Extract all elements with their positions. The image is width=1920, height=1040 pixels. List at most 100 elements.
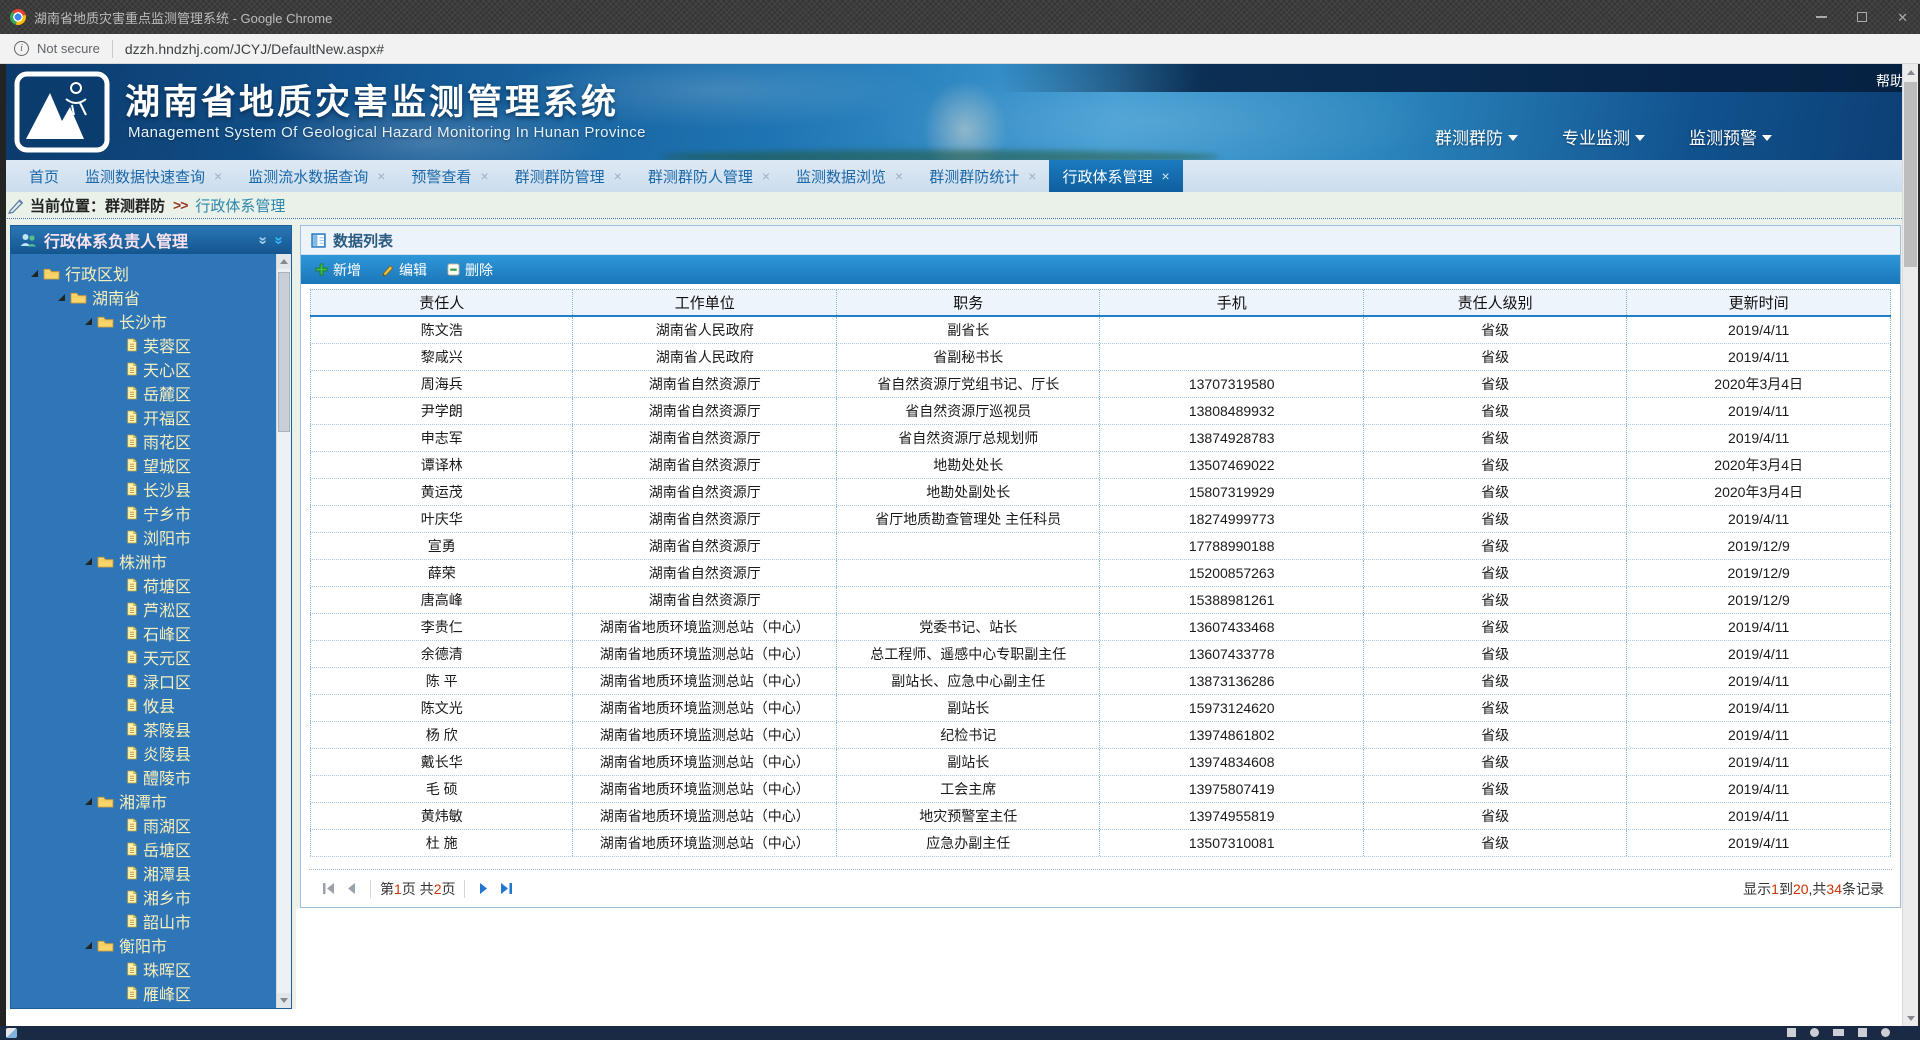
tree-node[interactable]: 湘潭县 xyxy=(11,861,291,885)
table-row[interactable]: 尹学朗湖南省自然资源厅省自然资源厅巡视员13808489932省级2019/4/… xyxy=(310,398,1891,425)
table-row[interactable]: 李贵仁湖南省地质环境监测总站（中心）党委书记、站长13607433468省级20… xyxy=(310,614,1891,641)
address-bar[interactable]: i Not secure dzzh.hndzhj.com/JCYJ/Defaul… xyxy=(0,34,1920,64)
next-page-button[interactable] xyxy=(478,882,491,895)
tab-close-icon[interactable]: × xyxy=(1028,168,1036,184)
tab-close-icon[interactable]: × xyxy=(614,168,622,184)
table-row[interactable]: 陈文光湖南省地质环境监测总站（中心）副站长15973124620省级2019/4… xyxy=(310,695,1891,722)
sidebar-scrollbar[interactable] xyxy=(276,254,291,1008)
tree-node[interactable]: 雁峰区 xyxy=(11,981,291,1005)
tree-node[interactable]: 珠晖区 xyxy=(11,957,291,981)
tree-node[interactable]: 炎陵县 xyxy=(11,741,291,765)
scrollbar-up-icon[interactable] xyxy=(1903,64,1918,80)
tree-expand-icon[interactable] xyxy=(85,798,92,805)
tab-close-icon[interactable]: × xyxy=(1161,168,1169,184)
tree-node[interactable]: 株洲市 xyxy=(11,549,291,573)
tree-node[interactable]: 望城区 xyxy=(11,453,291,477)
tray-icon[interactable] xyxy=(1833,1029,1844,1036)
tree-node[interactable]: 长沙市 xyxy=(11,309,291,333)
tab-close-icon[interactable]: × xyxy=(377,168,385,184)
tree-node[interactable]: 天心区 xyxy=(11,357,291,381)
tree-node[interactable]: 雨湖区 xyxy=(11,813,291,837)
table-row[interactable]: 黎咸兴湖南省人民政府省副秘书长省级2019/4/11 xyxy=(310,344,1891,371)
tree-expand-icon[interactable] xyxy=(85,942,92,949)
taskbar-app-icon[interactable] xyxy=(6,1028,17,1038)
maximize-button[interactable] xyxy=(1857,12,1867,22)
tree-node[interactable]: 浏阳市 xyxy=(11,525,291,549)
tree-node[interactable]: 湖南省 xyxy=(11,285,291,309)
tab-item[interactable]: 群测群防人管理× xyxy=(635,160,783,192)
tree-node[interactable]: 石峰区 xyxy=(11,621,291,645)
tray-icon[interactable] xyxy=(1810,1028,1819,1037)
edit-button[interactable]: 编辑 xyxy=(381,260,427,280)
table-row[interactable]: 戴长华湖南省地质环境监测总站（中心）副站长13974834608省级2019/4… xyxy=(310,749,1891,776)
tab-item[interactable]: 群测群防统计× xyxy=(916,160,1049,192)
scroll-up-icon[interactable] xyxy=(277,254,291,269)
tree-node[interactable]: 攸县 xyxy=(11,693,291,717)
tab-active[interactable]: 行政体系管理× xyxy=(1049,160,1182,192)
tree-node[interactable]: 芦淞区 xyxy=(11,597,291,621)
tree-node[interactable]: 行政区划 xyxy=(11,261,291,285)
table-row[interactable]: 杜 施湖南省地质环境监测总站（中心）应急办副主任13507310081省级201… xyxy=(310,830,1891,857)
tree-expand-icon[interactable] xyxy=(85,558,92,565)
tray-icon[interactable] xyxy=(1858,1028,1867,1037)
tab-close-icon[interactable]: × xyxy=(762,168,770,184)
scrollbar-thumb[interactable] xyxy=(1904,82,1917,267)
prev-page-button[interactable] xyxy=(344,882,357,895)
collapse-all-icon[interactable]: « xyxy=(254,236,271,244)
tree-node[interactable]: 湘潭市 xyxy=(11,789,291,813)
tab-item[interactable]: 预警查看× xyxy=(398,160,501,192)
tree-node[interactable]: 茶陵县 xyxy=(11,717,291,741)
delete-button[interactable]: 删除 xyxy=(447,260,493,280)
tree-expand-icon[interactable] xyxy=(31,270,38,277)
table-row[interactable]: 申志军湖南省自然资源厅省自然资源厅总规划师13874928783省级2019/4… xyxy=(310,425,1891,452)
nav-menu[interactable]: 监测预警 xyxy=(1689,124,1772,149)
table-row[interactable]: 谭译林湖南省自然资源厅地勘处处长13507469022省级2020年3月4日 xyxy=(310,452,1891,479)
tree-node[interactable]: 韶山市 xyxy=(11,909,291,933)
tree-node[interactable]: 天元区 xyxy=(11,645,291,669)
tree-node[interactable]: 岳塘区 xyxy=(11,837,291,861)
table-row[interactable]: 毛 硕湖南省地质环境监测总站（中心）工会主席13975807419省级2019/… xyxy=(310,776,1891,803)
help-link[interactable]: 帮助 xyxy=(1876,71,1904,91)
browser-scrollbar[interactable] xyxy=(1902,64,1918,1026)
table-row[interactable]: 陈文浩湖南省人民政府副省长省级2019/4/11 xyxy=(310,317,1891,344)
table-row[interactable]: 黄运茂湖南省自然资源厅地勘处副处长15807319929省级2020年3月4日 xyxy=(310,479,1891,506)
tree-node[interactable]: 石鼓区 xyxy=(11,1005,291,1008)
tree-node[interactable]: 雨花区 xyxy=(11,429,291,453)
tree-node[interactable]: 开福区 xyxy=(11,405,291,429)
tab-close-icon[interactable]: × xyxy=(214,168,222,184)
sidebar-scroll-thumb[interactable] xyxy=(278,272,290,432)
table-row[interactable]: 周海兵湖南省自然资源厅省自然资源厅党组书记、厅长13707319580省级202… xyxy=(310,371,1891,398)
scrollbar-down-icon[interactable] xyxy=(1903,1010,1918,1026)
url-text[interactable]: dzzh.hndzhj.com/JCYJ/DefaultNew.aspx# xyxy=(125,41,384,57)
table-row[interactable]: 叶庆华湖南省自然资源厅省厅地质勘查管理处 主任科员18274999773省级20… xyxy=(310,506,1891,533)
tab-item[interactable]: 监测数据浏览× xyxy=(783,160,916,192)
tree-node[interactable]: 长沙县 xyxy=(11,477,291,501)
table-row[interactable]: 杨 欣湖南省地质环境监测总站（中心）纪检书记13974861802省级2019/… xyxy=(310,722,1891,749)
tab-close-icon[interactable]: × xyxy=(480,168,488,184)
tree-node[interactable]: 宁乡市 xyxy=(11,501,291,525)
scroll-down-icon[interactable] xyxy=(277,993,291,1008)
tab-item[interactable]: 监测流水数据查询× xyxy=(235,160,398,192)
tree-node[interactable]: 荷塘区 xyxy=(11,573,291,597)
tree-node[interactable]: 醴陵市 xyxy=(11,765,291,789)
info-icon[interactable]: i xyxy=(14,41,29,56)
table-row[interactable]: 薛荣湖南省自然资源厅15200857263省级2019/12/9 xyxy=(310,560,1891,587)
tree-node[interactable]: 衡阳市 xyxy=(11,933,291,957)
tab-item[interactable]: 监测数据快速查询× xyxy=(72,160,235,192)
tree-node[interactable]: 渌口区 xyxy=(11,669,291,693)
table-row[interactable]: 黄炜敏湖南省地质环境监测总站（中心）地灾预警室主任13974955819省级20… xyxy=(310,803,1891,830)
first-page-button[interactable] xyxy=(321,882,336,895)
tree-node[interactable]: 岳麓区 xyxy=(11,381,291,405)
tree-expand-icon[interactable] xyxy=(85,318,92,325)
close-button[interactable]: ✕ xyxy=(1897,11,1908,24)
tray-icon[interactable] xyxy=(1787,1028,1796,1037)
table-row[interactable]: 余德清湖南省地质环境监测总站（中心）总工程师、遥感中心专职副主任13607433… xyxy=(310,641,1891,668)
last-page-button[interactable] xyxy=(499,882,514,895)
tray-icon[interactable] xyxy=(1881,1028,1890,1037)
add-button[interactable]: 新增 xyxy=(315,260,361,280)
table-row[interactable]: 陈 平湖南省地质环境监测总站（中心）副站长、应急中心副主任13873136286… xyxy=(310,668,1891,695)
tab-item[interactable]: 群测群防管理× xyxy=(502,160,635,192)
expand-panel-icon[interactable]: » xyxy=(270,236,287,244)
table-row[interactable]: 宣勇湖南省自然资源厅17788990188省级2019/12/9 xyxy=(310,533,1891,560)
table-row[interactable]: 唐高峰湖南省自然资源厅15388981261省级2019/12/9 xyxy=(310,587,1891,614)
